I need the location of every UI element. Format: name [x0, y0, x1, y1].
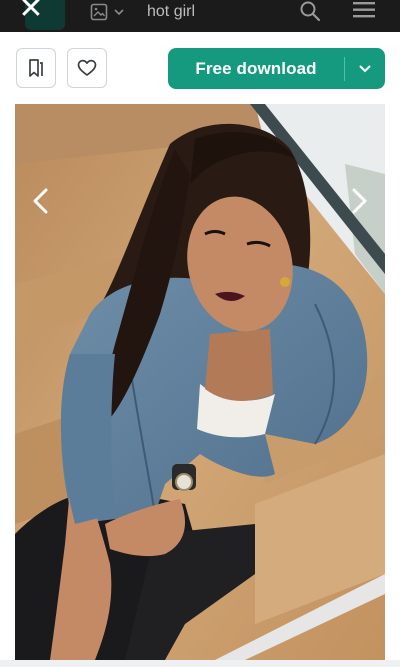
asset-type-dropdown[interactable]: [90, 2, 124, 22]
like-button[interactable]: [67, 48, 107, 88]
search-input[interactable]: hot girl: [147, 2, 195, 22]
search-icon[interactable]: [299, 0, 321, 22]
photo-preview[interactable]: [15, 104, 385, 660]
action-row: Free download: [0, 32, 400, 104]
chevron-down-icon: [114, 9, 124, 16]
chevron-left-icon[interactable]: [27, 186, 57, 216]
free-download-button[interactable]: Free download: [168, 48, 344, 89]
bookmark-icon: [29, 59, 43, 77]
close-icon[interactable]: ✕: [14, 0, 48, 28]
download-options-button[interactable]: [345, 48, 385, 89]
top-bar: ✕ hot girl: [0, 0, 400, 32]
chevron-down-icon: [359, 65, 371, 72]
chevron-right-icon[interactable]: [343, 186, 373, 216]
heart-icon: [77, 59, 97, 76]
collect-button[interactable]: [16, 48, 56, 88]
hamburger-menu-icon[interactable]: [353, 2, 375, 18]
image-icon: [90, 3, 108, 21]
bottom-strip: [0, 660, 400, 667]
download-button-group: Free download: [168, 48, 385, 89]
stock-photo: [15, 104, 385, 660]
